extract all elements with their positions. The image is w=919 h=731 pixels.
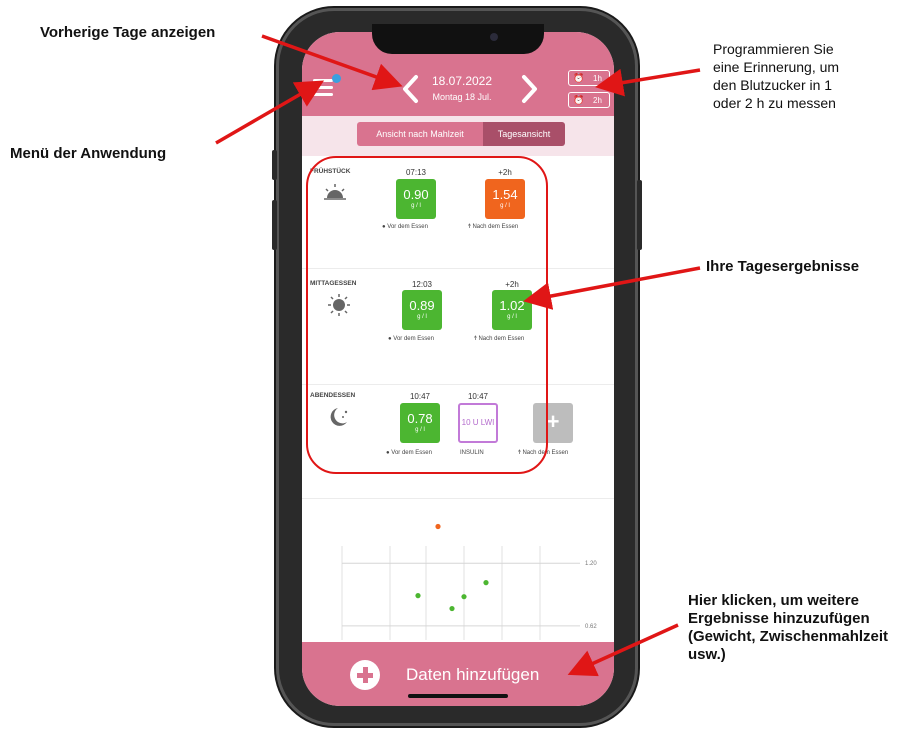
chart-tick-label: 0.62 bbox=[585, 624, 597, 630]
chart-point bbox=[449, 605, 455, 612]
reminder-1h-button[interactable]: ⏰ 1h bbox=[568, 70, 610, 86]
chart-point bbox=[435, 523, 441, 530]
annotation-add-more: Hier klicken, um weitere Ergebnisse hinz… bbox=[688, 592, 889, 663]
plus-icon bbox=[350, 660, 380, 690]
camera-icon bbox=[490, 33, 498, 41]
chart-point bbox=[415, 593, 421, 599]
chevron-right-icon bbox=[522, 75, 537, 103]
chart-tick-label: 1.20 bbox=[585, 561, 597, 567]
alarm-clock-icon: ⏰ bbox=[573, 73, 585, 83]
current-day: Montag 18 Jul. bbox=[432, 92, 492, 102]
alarm-clock-icon: ⏰ bbox=[573, 95, 585, 105]
reminder-2h-button[interactable]: ⏰ 2h bbox=[568, 92, 610, 108]
next-day-button[interactable] bbox=[520, 74, 540, 104]
daily-results-highlight bbox=[306, 156, 548, 474]
meal-divider bbox=[302, 498, 614, 499]
tab-by-meal[interactable]: Ansicht nach Mahlzeit bbox=[357, 122, 483, 146]
add-data-label: Daten hinzufügen bbox=[406, 665, 540, 684]
annotation-app-menu: Menü der Anwendung bbox=[10, 145, 167, 162]
annotation-reminder: Programmieren Sie eine Erinnerung, um de… bbox=[713, 41, 840, 111]
current-date: 18.07.2022 bbox=[431, 74, 493, 88]
glucose-scatter-chart: 1.20 0.62 bbox=[341, 523, 597, 640]
tab-daily-view[interactable]: Tagesansicht bbox=[483, 122, 565, 146]
notification-dot bbox=[332, 74, 341, 83]
phone-side-button bbox=[272, 150, 277, 180]
chart-point bbox=[483, 580, 489, 586]
phone-notch bbox=[372, 24, 544, 54]
chart-point bbox=[461, 594, 467, 600]
phone-power-button bbox=[637, 180, 642, 250]
home-indicator bbox=[408, 694, 508, 698]
annotation-daily-results: Ihre Tagesergebnisse bbox=[706, 258, 860, 275]
menu-button[interactable] bbox=[313, 74, 341, 99]
annotation-previous-days: Vorherige Tage anzeigen bbox=[40, 24, 216, 41]
phone-volume-button bbox=[272, 200, 277, 250]
